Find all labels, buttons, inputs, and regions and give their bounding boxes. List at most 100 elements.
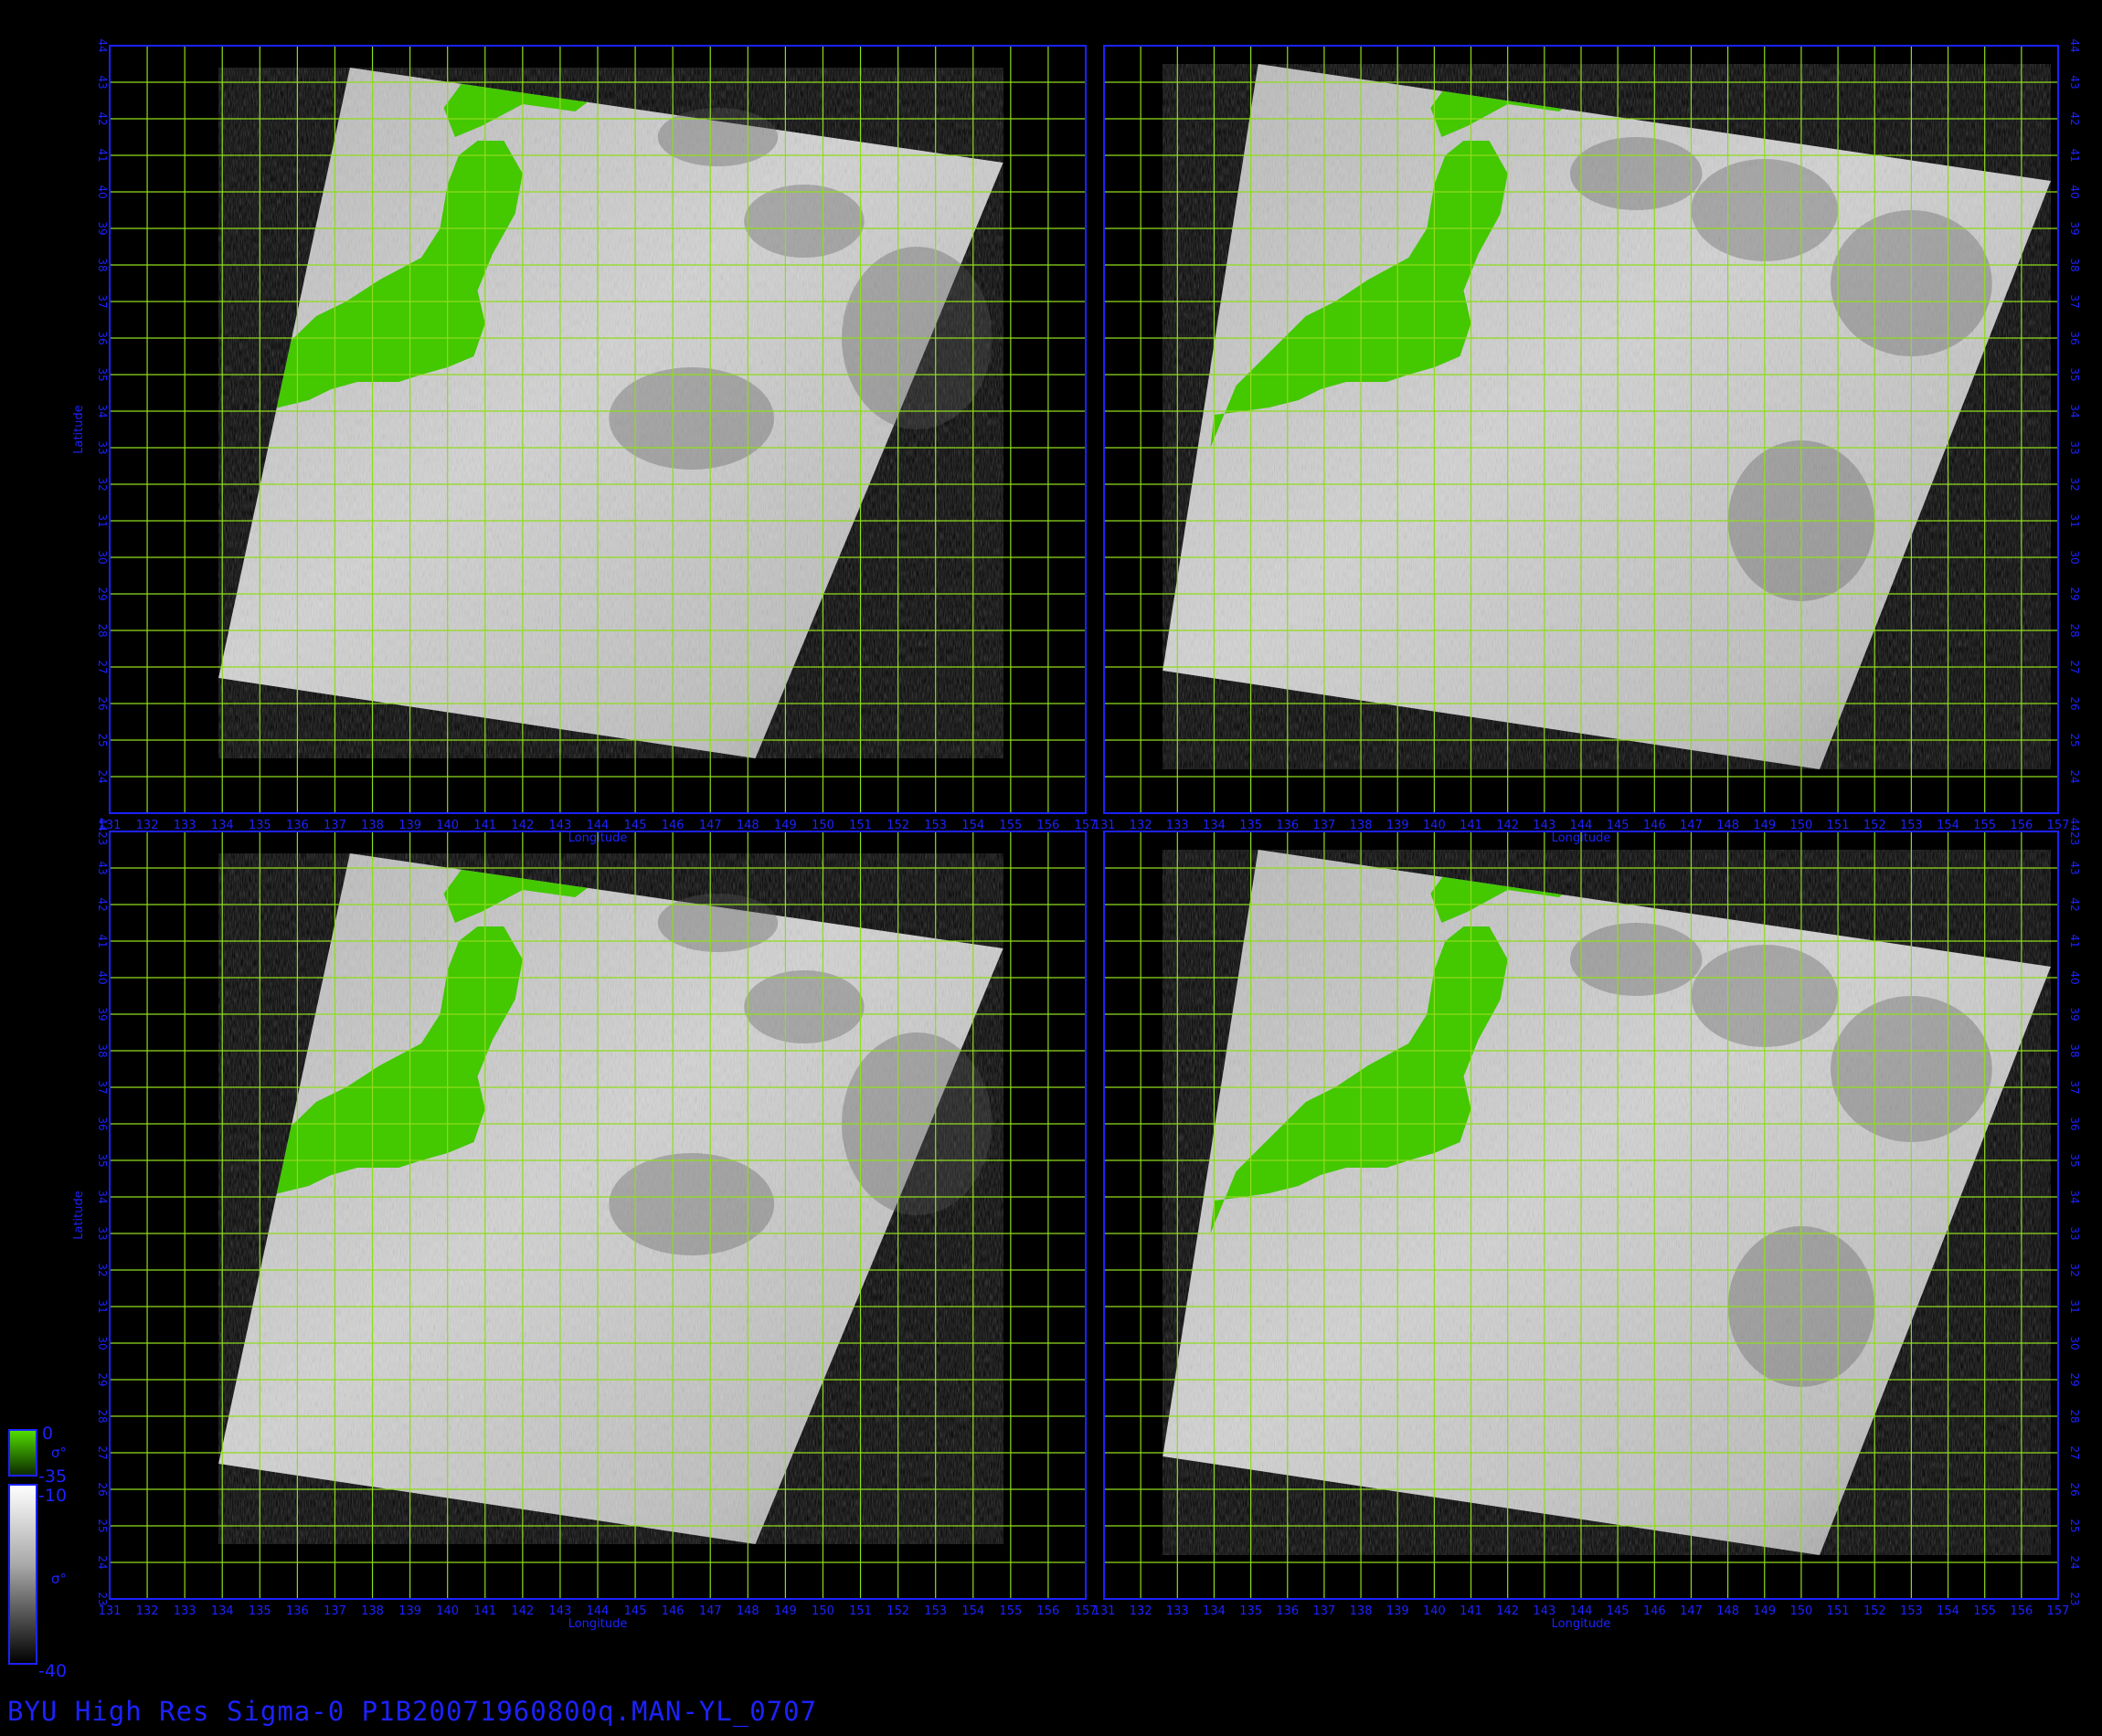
lon-tick-label: 151	[849, 1604, 872, 1618]
lat-tick-label: 40	[2068, 970, 2081, 984]
lat-tick-label: 31	[96, 513, 109, 527]
lon-tick-label: 154	[1937, 1604, 1959, 1618]
lat-tick-label: 24	[2068, 769, 2081, 783]
lat-tick-label: 28	[2068, 1409, 2081, 1423]
lon-tick-label: 138	[1350, 819, 1373, 832]
lon-tick-label: 134	[1203, 1604, 1226, 1618]
lon-tick-label: 137	[324, 819, 346, 832]
lon-tick-label: 140	[1423, 819, 1446, 832]
lon-tick-label: 149	[774, 819, 797, 832]
lon-tick-label: 153	[924, 1604, 947, 1618]
lon-tick-label: 137	[1313, 1604, 1336, 1618]
lat-tick-label: 28	[2068, 623, 2081, 637]
lat-tick-label: 34	[2068, 1190, 2081, 1203]
lat-tick-label: 34	[2068, 404, 2081, 418]
lon-tick-label: 154	[1937, 819, 1959, 832]
lon-tick-label: 133	[174, 819, 196, 832]
lon-tick-label: 134	[211, 819, 234, 832]
lat-tick-label: 27	[96, 660, 109, 673]
lon-tick-label: 148	[737, 1604, 759, 1618]
lon-tick-label: 146	[662, 1604, 685, 1618]
wind-feature	[657, 894, 779, 952]
lon-tick-label: 155	[1973, 1604, 1996, 1618]
lon-tick-label: 139	[398, 1604, 421, 1618]
lon-tick-label: 139	[398, 819, 421, 832]
lat-tick-label: 26	[2068, 1482, 2081, 1496]
lat-tick-label: 26	[96, 696, 109, 710]
colorbar-land-symbol: σ°	[51, 1445, 67, 1461]
lat-tick-label: 42	[96, 897, 109, 911]
lat-tick-label: 37	[2068, 294, 2081, 308]
lat-tick-label: 30	[96, 1336, 109, 1350]
lat-tick-label: 4423	[96, 818, 109, 846]
lat-tick-label: 30	[96, 550, 109, 564]
lat-tick-label: 35	[96, 367, 109, 381]
colorbar-land	[8, 1429, 37, 1477]
lon-tick-label: 156	[1037, 819, 1060, 832]
lon-tick-label: 153	[924, 819, 947, 832]
lat-tick-label: 26	[2068, 696, 2081, 710]
lat-tick-label: 35	[96, 1153, 109, 1167]
lat-tick-label: 33	[96, 440, 109, 454]
lon-tick-label: 135	[1239, 1604, 1262, 1618]
lon-tick-label: 140	[1423, 1604, 1446, 1618]
lat-tick-label: 36	[96, 331, 109, 344]
lon-tick-label: 144	[587, 819, 610, 832]
map-panel-top-left: 131 132 133 134 135 136 137 138 139 140 141 142 143 1…	[72, 38, 1097, 845]
lon-tick-label: 143	[1533, 1604, 1555, 1618]
wind-feature	[744, 185, 865, 258]
wind-feature	[609, 367, 775, 470]
lon-tick-label: 143	[549, 1604, 572, 1618]
lat-tick-label: 31	[96, 1299, 109, 1313]
lon-tick-label: 157	[2047, 819, 2070, 832]
lon-tick-label: 144	[1570, 1604, 1593, 1618]
lon-tick-label: 149	[1753, 819, 1776, 832]
lat-tick-label: 41	[96, 934, 109, 947]
colorbar-ocean-top-label: -10	[38, 1486, 67, 1506]
lon-tick-label: 133	[1166, 1604, 1189, 1618]
lon-tick-label: 139	[1386, 819, 1409, 832]
lon-tick-label: 141	[1460, 819, 1482, 832]
lon-tick-label: 151	[849, 819, 872, 832]
lat-tick-label: 25	[2068, 733, 2081, 746]
lon-tick-label: 145	[624, 819, 647, 832]
colorbar: 0 σ° -35 -10 σ° -40	[8, 1424, 67, 1681]
lon-tick-label: 131	[1093, 1604, 1116, 1618]
lon-tick-label: 144	[587, 1604, 610, 1618]
lon-tick-label: 149	[774, 1604, 797, 1618]
lon-tick-label: 153	[1900, 1604, 1923, 1618]
lon-tick-label: 150	[1790, 819, 1813, 832]
lat-tick-label: 42	[96, 111, 109, 125]
lat-tick-label: 30	[2068, 550, 2081, 564]
lon-tick-label: 147	[699, 1604, 722, 1618]
lon-tick-label: 144	[1570, 819, 1593, 832]
y-axis-label: Latitude	[72, 1191, 86, 1240]
lon-tick-label: 140	[436, 1604, 459, 1618]
lat-tick-label: 33	[2068, 440, 2081, 454]
footer-caption: BYU High Res Sigma-0 P1B20071960800q.MAN…	[7, 1696, 818, 1727]
lat-tick-label: 26	[96, 1482, 109, 1496]
lon-tick-label: 138	[1350, 1604, 1373, 1618]
lon-tick-label: 131	[99, 1604, 122, 1618]
lon-tick-label: 145	[1607, 819, 1630, 832]
lon-tick-label: 145	[1607, 1604, 1630, 1618]
y-axis-label: Latitude	[72, 405, 86, 454]
lat-tick-label: 33	[96, 1226, 109, 1240]
lat-tick-label: 31	[2068, 1299, 2081, 1313]
lat-tick-label: 39	[2068, 221, 2081, 235]
lon-tick-label: 137	[1313, 819, 1336, 832]
lat-tick-label: 42	[2068, 111, 2081, 125]
lon-tick-label: 156	[2010, 1604, 2033, 1618]
lat-tick-label: 32	[2068, 477, 2081, 491]
lon-tick-label: 136	[286, 1604, 309, 1618]
lon-tick-label: 142	[1496, 1604, 1519, 1618]
lon-tick-label: 152	[1863, 1604, 1886, 1618]
lon-tick-label: 152	[886, 819, 909, 832]
lon-tick-label: 143	[549, 819, 572, 832]
lat-tick-label: 32	[96, 1263, 109, 1276]
lat-tick-label: 28	[96, 1409, 109, 1423]
colorbar-ocean-symbol: σ°	[51, 1571, 67, 1587]
lat-tick-label: 31	[2068, 513, 2081, 527]
map-panel-bottom-left: 131 132 133 134 135 136 137 138 139 140 141 142 143 1…	[72, 818, 1097, 1631]
lat-tick-label: 28	[96, 623, 109, 637]
